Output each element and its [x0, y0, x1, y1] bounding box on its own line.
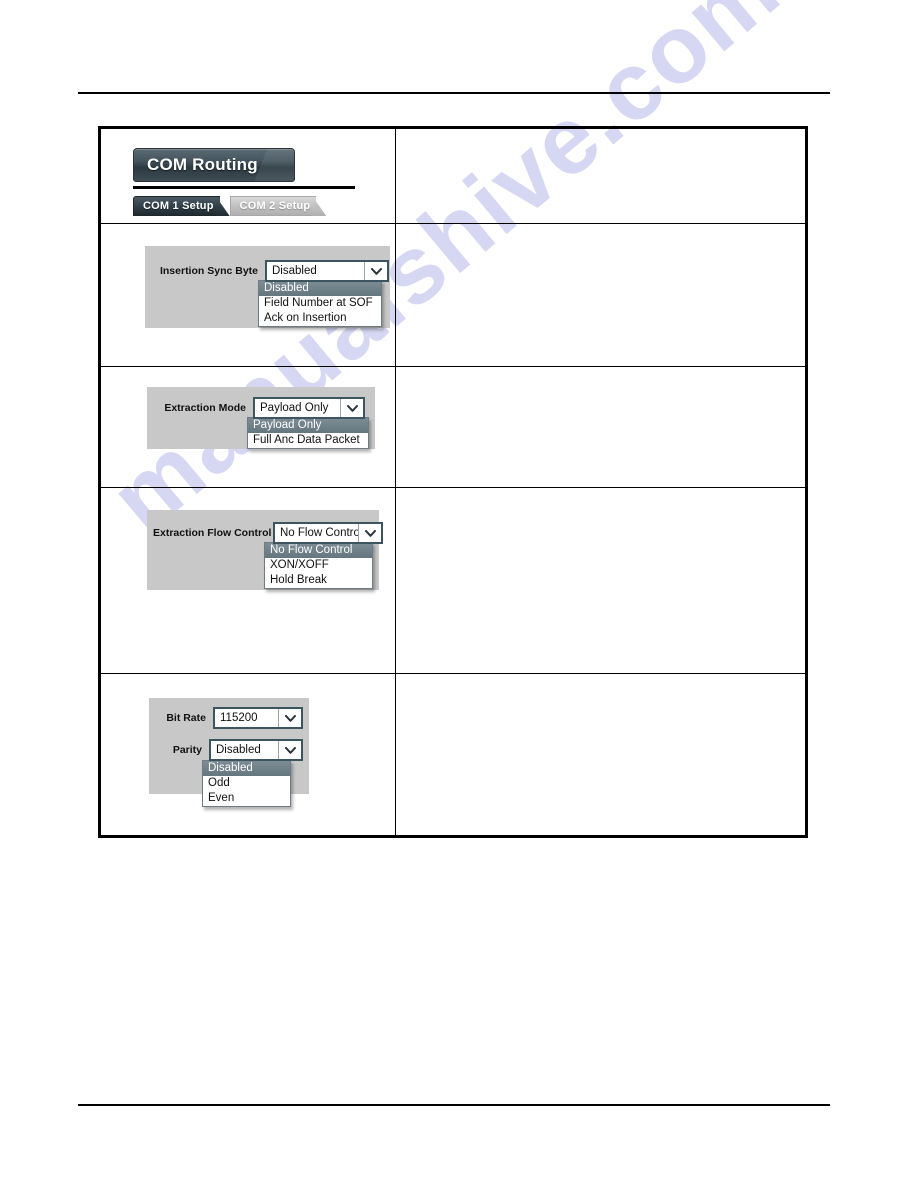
table-cell-left: COM Routing COM 1 Setup COM 2 Setup	[101, 129, 396, 223]
extraction-mode-combo[interactable]: Payload Only	[253, 397, 365, 419]
extraction-mode-dropdown-list[interactable]: Payload Only Full Anc Data Packet	[247, 417, 369, 449]
chevron-down-icon[interactable]	[278, 741, 301, 759]
dropdown-option[interactable]: Ack on Insertion	[259, 311, 381, 326]
table-cell-left: Bit Rate 115200 Parity Disabled Disabled…	[101, 674, 396, 835]
extraction-flow-control-value: No Flow Control	[280, 527, 358, 539]
table-row: Insertion Sync Byte Disabled Disabled Fi…	[101, 224, 805, 367]
table-cell-right	[396, 674, 805, 835]
parity-dropdown-list[interactable]: Disabled Odd Even	[202, 760, 291, 807]
extraction-mode-field: Extraction Mode Payload Only	[154, 397, 365, 419]
footer-rule	[78, 1104, 830, 1106]
insertion-sync-byte-panel: Insertion Sync Byte Disabled Disabled Fi…	[145, 246, 390, 328]
bit-rate-combo[interactable]: 115200	[213, 707, 303, 729]
extraction-flow-control-panel: Extraction Flow Control No Flow Control …	[147, 510, 383, 590]
panel-title-underline	[133, 186, 355, 189]
parity-label: Parity	[172, 744, 202, 756]
dropdown-option[interactable]: Hold Break	[265, 573, 372, 588]
extraction-flow-control-field: Extraction Flow Control No Flow Control	[153, 522, 383, 544]
insertion-sync-byte-field: Insertion Sync Byte Disabled	[153, 260, 389, 282]
table-cell-right	[396, 367, 805, 487]
serial-parameters-panel: Bit Rate 115200 Parity Disabled Disabled…	[149, 698, 309, 807]
header-rule	[78, 92, 830, 94]
insertion-sync-byte-label: Insertion Sync Byte	[159, 265, 258, 277]
tab-com-2-setup[interactable]: COM 2 Setup	[229, 196, 327, 216]
panel-title-banner: COM Routing	[133, 148, 295, 182]
dropdown-option[interactable]: Even	[203, 791, 290, 806]
extraction-flow-control-combo[interactable]: No Flow Control	[273, 522, 383, 544]
chevron-down-icon[interactable]	[278, 709, 301, 727]
tab-strip: COM 1 Setup COM 2 Setup	[133, 196, 365, 216]
table-row: Bit Rate 115200 Parity Disabled Disabled…	[101, 674, 805, 835]
dropdown-option[interactable]: Disabled	[259, 281, 381, 296]
tab-label: COM 2 Setup	[239, 200, 311, 212]
extraction-mode-label: Extraction Mode	[164, 402, 246, 414]
dropdown-option[interactable]: No Flow Control	[265, 543, 372, 558]
dropdown-option[interactable]: Disabled	[203, 761, 290, 776]
dropdown-option[interactable]: Odd	[203, 776, 290, 791]
com-routing-panel-header: COM Routing COM 1 Setup COM 2 Setup	[133, 148, 365, 216]
page-title: COM Routing	[147, 155, 258, 174]
insertion-sync-byte-combo[interactable]: Disabled	[265, 260, 389, 282]
insertion-sync-byte-dropdown-list[interactable]: Disabled Field Number at SOF Ack on Inse…	[258, 280, 382, 327]
table-row: COM Routing COM 1 Setup COM 2 Setup	[101, 129, 805, 224]
figure-table: COM Routing COM 1 Setup COM 2 Setup Inse…	[98, 126, 808, 838]
extraction-flow-control-label: Extraction Flow Control	[153, 527, 272, 539]
tab-label: COM 1 Setup	[143, 200, 214, 212]
dropdown-option[interactable]: Field Number at SOF	[259, 296, 381, 311]
dropdown-option[interactable]: Full Anc Data Packet	[248, 433, 368, 448]
table-cell-right	[396, 224, 805, 366]
dropdown-option[interactable]: XON/XOFF	[265, 558, 372, 573]
bit-rate-field: Bit Rate 115200	[154, 707, 303, 729]
insertion-sync-byte-value: Disabled	[272, 265, 317, 277]
table-cell-left: Insertion Sync Byte Disabled Disabled Fi…	[101, 224, 396, 366]
table-row: Extraction Mode Payload Only Payload Onl…	[101, 367, 805, 488]
table-cell-right	[396, 488, 805, 673]
extraction-mode-panel: Extraction Mode Payload Only Payload Onl…	[147, 387, 375, 449]
extraction-flow-control-dropdown-list[interactable]: No Flow Control XON/XOFF Hold Break	[264, 542, 373, 589]
parity-field: Parity Disabled	[154, 739, 303, 761]
parity-value: Disabled	[216, 744, 261, 756]
table-cell-right	[396, 129, 805, 223]
chevron-down-icon[interactable]	[358, 524, 381, 542]
dropdown-option[interactable]: Payload Only	[248, 418, 368, 433]
chevron-down-icon[interactable]	[340, 399, 363, 417]
table-cell-left: Extraction Mode Payload Only Payload Onl…	[101, 367, 396, 487]
chevron-down-icon[interactable]	[364, 262, 387, 280]
bit-rate-value: 115200	[220, 712, 258, 724]
table-row: Extraction Flow Control No Flow Control …	[101, 488, 805, 674]
bit-rate-label: Bit Rate	[166, 712, 206, 724]
extraction-mode-value: Payload Only	[260, 402, 329, 414]
tab-com-1-setup[interactable]: COM 1 Setup	[133, 196, 230, 216]
parity-combo[interactable]: Disabled	[209, 739, 303, 761]
table-cell-left: Extraction Flow Control No Flow Control …	[101, 488, 396, 673]
